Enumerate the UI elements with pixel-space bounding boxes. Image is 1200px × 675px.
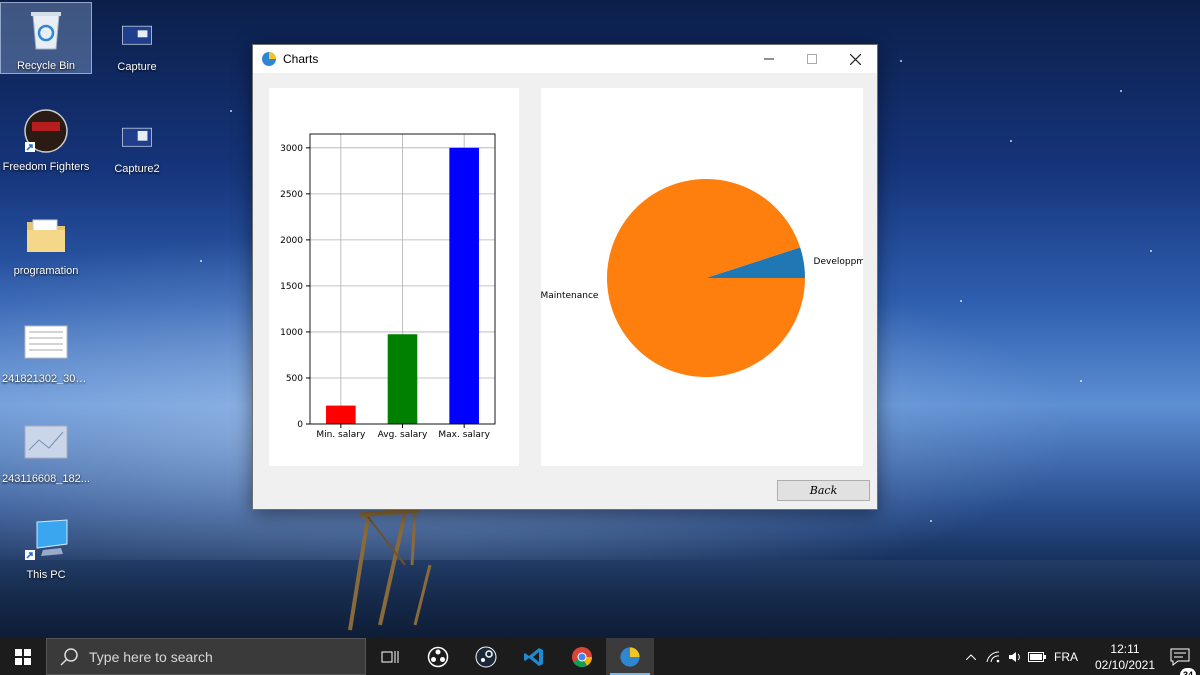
y-tick-label: 500: [286, 374, 303, 384]
game-shortcut-icon: [24, 109, 68, 153]
notification-count-badge: 34: [1180, 667, 1196, 675]
desktop-icon-programation[interactable]: programation: [0, 208, 92, 277]
system-tray: FRA 12:11 02/10/2021 34: [960, 638, 1200, 675]
x-tick-label: Min. salary: [316, 430, 366, 440]
charts-window: Charts 0 500 1000 1500 2000 2500 3000 Min. sala…: [252, 44, 878, 510]
y-tick-label: 1500: [280, 282, 303, 292]
chevron-up-icon: [966, 653, 976, 660]
pie-chart-app-icon: [262, 52, 276, 66]
x-tick-label: Max. salary: [438, 430, 490, 440]
maximize-button[interactable]: [790, 45, 834, 73]
taskbar-obs-app[interactable]: [414, 638, 462, 675]
pie-chart-app-icon: [620, 646, 640, 667]
notification-center-button[interactable]: 34: [1160, 648, 1200, 675]
pie-slice: [607, 179, 805, 378]
notification-icon: [1170, 648, 1190, 666]
bar: [387, 334, 418, 424]
desktop-icon-file-243116608[interactable]: 243116608_182...: [0, 416, 92, 485]
taskbar-clock[interactable]: 12:11 02/10/2021: [1090, 641, 1160, 673]
steam-icon: [475, 646, 497, 667]
pie-label: Developpm: [814, 257, 863, 267]
task-view-button[interactable]: [366, 638, 414, 675]
y-tick-label: 0: [297, 420, 303, 430]
network-button[interactable]: [982, 638, 1004, 675]
language-indicator[interactable]: FRA: [1048, 638, 1084, 675]
show-hidden-icons-button[interactable]: [960, 638, 982, 675]
recycle-bin-icon: [31, 12, 61, 50]
vscode-icon: [524, 647, 543, 666]
close-button[interactable]: [833, 45, 877, 73]
taskbar: Type here to search FRA 12:11 02/10/2021…: [0, 638, 1200, 675]
taskbar-steam-app[interactable]: [462, 638, 510, 675]
pie-chart-panel: Developpm Maintenance: [540, 88, 865, 466]
minimize-icon: [764, 58, 774, 60]
wifi-icon: [986, 650, 1000, 662]
y-tick-label: 2500: [280, 190, 303, 200]
start-button[interactable]: [0, 638, 46, 675]
bar-chart-panel: 0 500 1000 1500 2000 2500 3000 Min. salary Avg. …: [269, 88, 519, 466]
search-placeholder: Type here to search: [89, 648, 213, 665]
obs-icon: [427, 646, 449, 667]
clock-time: 12:11: [1110, 641, 1140, 656]
desktop-icon-freedom-fighters[interactable]: Freedom Fighters: [0, 104, 92, 173]
document-thumbnail-icon: [24, 325, 68, 359]
chrome-icon: [572, 646, 593, 667]
search-icon: [60, 647, 78, 666]
folder-icon: [27, 219, 65, 252]
taskbar-chrome-app[interactable]: [558, 638, 606, 675]
desktop-icon-recycle-bin[interactable]: Recycle Bin: [0, 2, 92, 74]
y-tick-label: 3000: [280, 144, 303, 154]
x-tick-label: Avg. salary: [378, 430, 428, 440]
desktop-icon-file-241821302[interactable]: 241821302_303...: [0, 316, 92, 385]
image-file-icon: [122, 127, 152, 147]
maximize-icon: [807, 54, 817, 64]
taskbar-charts-app[interactable]: [606, 638, 654, 675]
taskbar-search-box[interactable]: Type here to search: [46, 638, 366, 675]
battery-icon: [1028, 651, 1046, 662]
desktop-icon-capture[interactable]: Capture: [91, 18, 183, 73]
pier-structure: [348, 507, 432, 631]
battery-button[interactable]: [1026, 638, 1048, 675]
image-file-icon: [122, 25, 152, 45]
computer-icon: [25, 519, 68, 560]
window-title: Charts: [283, 52, 319, 66]
clock-date: 02/10/2021: [1094, 657, 1156, 672]
wallpaper-sea: [0, 560, 1200, 638]
minimize-button[interactable]: [747, 45, 791, 73]
task-view-icon: [381, 650, 399, 663]
windows-logo-icon: [15, 648, 31, 665]
volume-button[interactable]: [1004, 638, 1026, 675]
taskbar-vscode-app[interactable]: [510, 638, 558, 675]
y-tick-label: 2000: [280, 236, 303, 246]
y-tick-label: 1000: [280, 328, 303, 338]
close-icon: [849, 53, 861, 65]
bar: [449, 147, 479, 425]
pie-chart: Developpm Maintenance: [540, 179, 865, 378]
bar: [326, 405, 356, 424]
pie-label: Maintenance: [541, 291, 599, 301]
desktop-icon-capture2[interactable]: Capture2: [91, 120, 183, 175]
window-titlebar[interactable]: Charts: [253, 45, 877, 73]
back-button[interactable]: Back: [777, 480, 870, 501]
bar-chart: 0 500 1000 1500 2000 2500 3000 Min. salary Avg. …: [280, 133, 496, 440]
document-thumbnail-icon: [24, 425, 68, 459]
desktop-icon-this-pc[interactable]: This PC: [0, 512, 92, 581]
speaker-icon: [1009, 651, 1020, 662]
